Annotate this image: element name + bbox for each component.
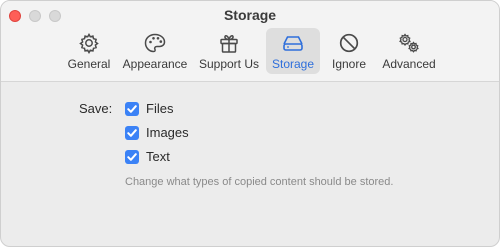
gears-icon <box>397 32 421 54</box>
tab-storage-label: Storage <box>271 57 315 71</box>
gift-icon <box>217 32 241 54</box>
preferences-tabs: General Appearance Support Us Storage Ig… <box>1 28 499 76</box>
files-label: Files <box>146 101 174 116</box>
prohibited-icon <box>337 32 361 54</box>
tab-advanced-label: Advanced <box>382 57 436 71</box>
storage-settings-panel: Save: Files Images Text Change what type… <box>1 82 499 246</box>
toolbar: Storage General Appearance Support Us St… <box>1 1 499 82</box>
drive-icon <box>281 32 305 54</box>
storage-hint: Change what types of copied content shou… <box>125 176 394 188</box>
tab-ignore-label: Ignore <box>331 57 367 71</box>
save-label: Save: <box>79 101 113 116</box>
text-label: Text <box>146 149 170 164</box>
gear-icon <box>77 32 101 54</box>
tab-storage[interactable]: Storage <box>266 28 320 74</box>
text-checkbox[interactable] <box>125 150 139 164</box>
checkmark-icon <box>127 153 137 161</box>
files-checkbox[interactable] <box>125 102 139 116</box>
tab-general[interactable]: General <box>63 28 115 74</box>
palette-icon <box>143 32 167 54</box>
tab-appearance-label: Appearance <box>122 57 188 71</box>
tab-appearance[interactable]: Appearance <box>119 28 191 74</box>
tab-support-us[interactable]: Support Us <box>195 28 263 74</box>
preferences-window: Storage General Appearance Support Us St… <box>0 0 500 247</box>
tab-general-label: General <box>67 57 111 71</box>
images-label: Images <box>146 125 189 140</box>
tab-advanced[interactable]: Advanced <box>378 28 440 74</box>
checkmark-icon <box>127 105 137 113</box>
window-title: Storage <box>223 7 277 23</box>
tab-ignore[interactable]: Ignore <box>327 28 371 74</box>
tab-support-us-label: Support Us <box>198 57 260 71</box>
checkmark-icon <box>127 129 137 137</box>
images-checkbox[interactable] <box>125 126 139 140</box>
